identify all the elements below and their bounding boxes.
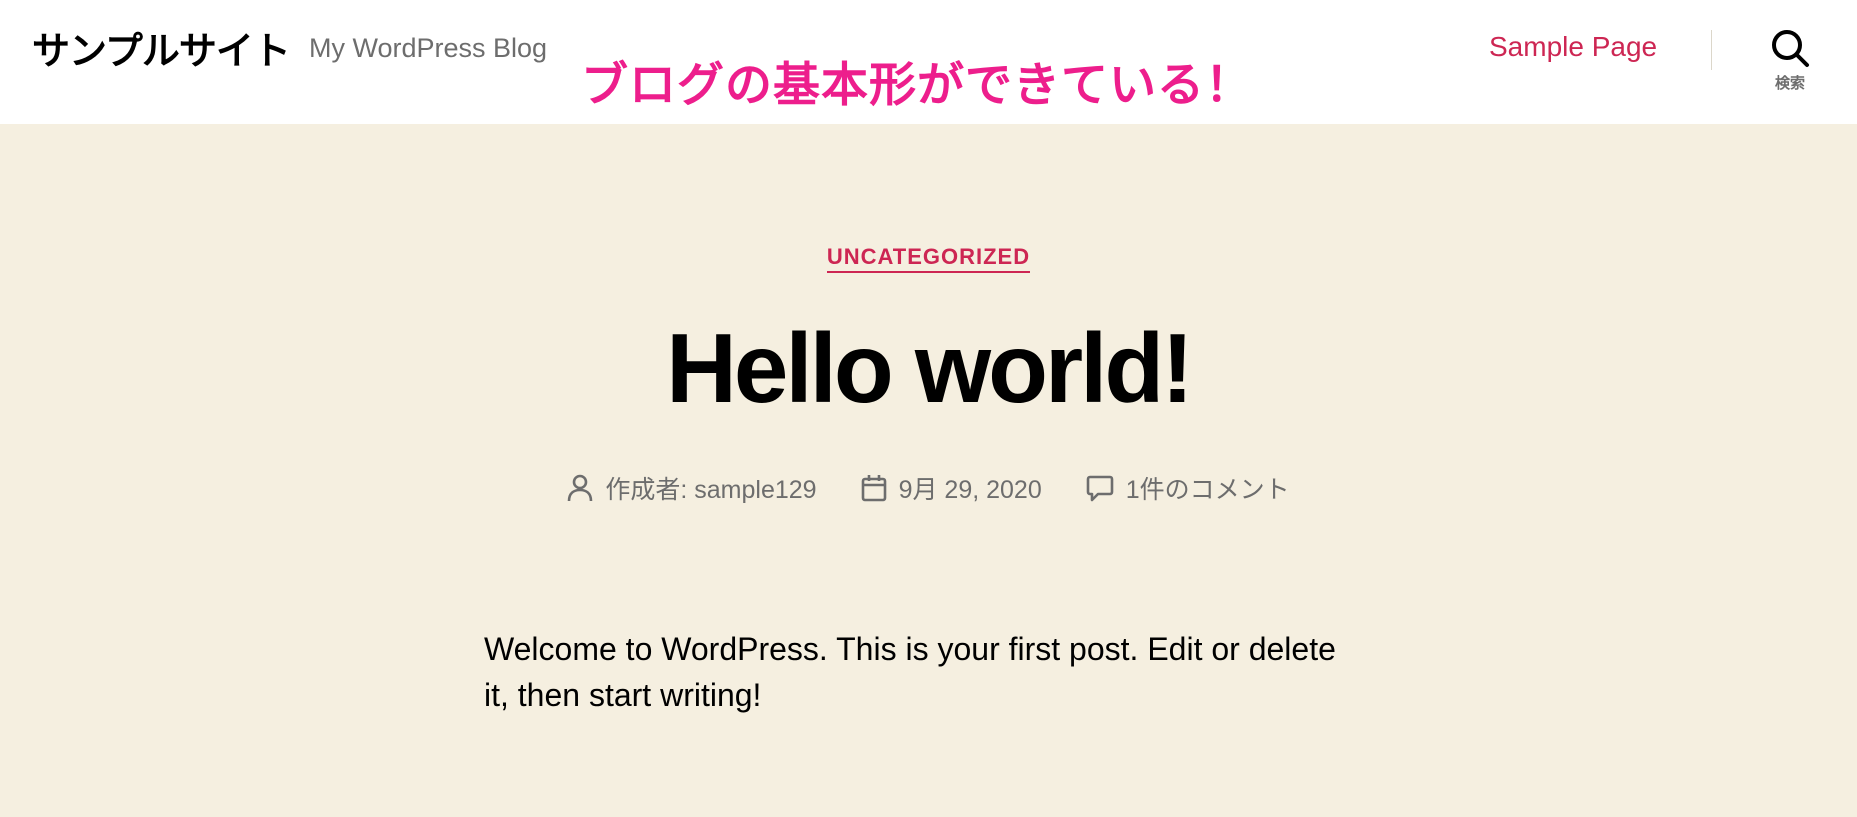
- annotation-text: ブログの基本形ができている！: [581, 58, 1253, 113]
- post-author[interactable]: 作成者: sample129: [567, 470, 817, 506]
- comments-text: 1件のコメント: [1125, 476, 1290, 504]
- site-header: サンプルサイト My WordPress Blog ブログの基本形ができている！…: [0, 0, 1857, 124]
- post-content: Welcome to WordPress. This is your first…: [484, 631, 1336, 713]
- site-title[interactable]: サンプルサイト: [32, 20, 291, 75]
- comment-icon: [1086, 475, 1114, 502]
- search-icon: [1772, 30, 1809, 67]
- post-meta: 作成者: sample129 9月 29, 2020 1件のコメント: [0, 470, 1857, 506]
- calendar-icon: [861, 475, 886, 502]
- search-label: 検索: [1774, 74, 1805, 92]
- author-text: 作成者: sample129: [605, 476, 817, 504]
- search-toggle-button[interactable]: 検索: [1752, 28, 1828, 102]
- post-category: UNCATEGORIZED: [0, 244, 1857, 273]
- post-date[interactable]: 9月 29, 2020: [861, 470, 1042, 506]
- site-description: My WordPress Blog: [309, 33, 548, 63]
- user-icon: [568, 474, 593, 502]
- nav-divider: [1711, 30, 1712, 70]
- nav-link-sample-page[interactable]: Sample Page: [1489, 31, 1657, 63]
- date-text: 9月 29, 2020: [898, 476, 1042, 504]
- post-title: Hello world!: [666, 313, 1194, 423]
- category-link[interactable]: UNCATEGORIZED: [826, 244, 1031, 273]
- post-comments[interactable]: 1件のコメント: [1086, 470, 1290, 506]
